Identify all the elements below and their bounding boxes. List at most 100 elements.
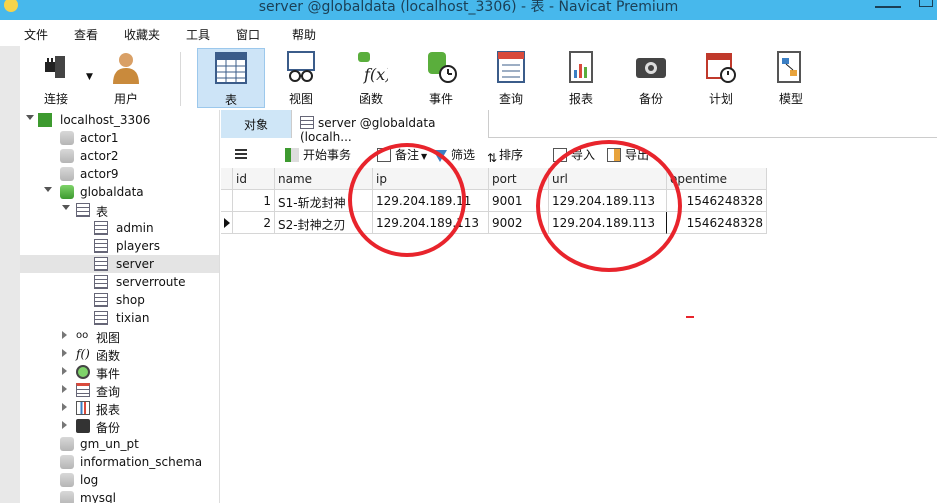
sort-icon: ⇅ xyxy=(487,151,498,165)
desktop-edge-strip: 效 xyxy=(0,20,20,503)
event-button[interactable]: 事件 xyxy=(407,48,475,108)
collapse-arrow-icon[interactable] xyxy=(62,349,67,357)
tree-node-events[interactable]: 事件 xyxy=(20,363,219,381)
tree-node-server[interactable]: server xyxy=(20,255,219,273)
collapse-arrow-icon[interactable] xyxy=(62,403,67,411)
collapse-arrow-icon[interactable] xyxy=(62,367,67,375)
backup-icon xyxy=(634,50,668,84)
document-tabs: 对象 server @globaldata (localh... xyxy=(221,110,937,144)
tree-label: globaldata xyxy=(80,185,144,199)
svg-text:f(x): f(x) xyxy=(363,65,388,84)
tree-node-players[interactable]: players xyxy=(20,237,219,255)
glasses-icon: oo xyxy=(76,330,89,341)
function-button[interactable]: f(x) 函数 xyxy=(337,48,405,108)
tree-node-tables[interactable]: 表 xyxy=(20,201,219,219)
current-row-arrow-icon xyxy=(224,218,230,228)
tree-node-connection[interactable]: localhost_3306 xyxy=(20,111,219,129)
tree-node-actor1[interactable]: actor1 xyxy=(20,129,219,147)
tree-node-reports[interactable]: 报表 xyxy=(20,399,219,417)
cell-id[interactable]: 1 xyxy=(233,190,275,212)
toolbar-separator xyxy=(180,52,181,106)
tree-node-actor9[interactable]: actor9 xyxy=(20,165,219,183)
model-button[interactable]: 模型 xyxy=(757,48,825,108)
function-icon: f(x) xyxy=(354,50,391,84)
tab-objects[interactable]: 对象 xyxy=(221,110,291,138)
menu-window[interactable]: 窗口 xyxy=(236,26,260,43)
table-icon xyxy=(94,221,108,235)
report-icon xyxy=(564,50,598,84)
row-selector[interactable] xyxy=(221,190,233,212)
tree-node-views[interactable]: oo 视图 xyxy=(20,327,219,345)
tree-label: tixian xyxy=(116,311,150,325)
tree-node-gm-un-pt[interactable]: gm_un_pt xyxy=(20,435,219,453)
table-icon xyxy=(94,275,108,289)
tree-label: server xyxy=(116,257,154,271)
cell-opentime[interactable]: 1546248328 xyxy=(667,212,767,234)
database-icon xyxy=(60,455,74,469)
tree-node-queries[interactable]: 查询 xyxy=(20,381,219,399)
tree-node-globaldata[interactable]: globaldata xyxy=(20,183,219,201)
tree-node-mysql[interactable]: mysql xyxy=(20,489,219,503)
cell-id[interactable]: 2 xyxy=(233,212,275,234)
menu-tools[interactable]: 工具 xyxy=(186,26,210,43)
view-button[interactable]: 视图 xyxy=(267,48,335,108)
tree-label: admin xyxy=(116,221,154,235)
backup-button[interactable]: 备份 xyxy=(617,48,685,108)
database-icon xyxy=(60,167,74,181)
row-selector-current[interactable] xyxy=(221,212,233,234)
menu-file[interactable]: 文件 xyxy=(24,26,48,43)
database-open-icon xyxy=(60,185,74,199)
tree-node-admin[interactable]: admin xyxy=(20,219,219,237)
schedule-button[interactable]: 计划 xyxy=(687,48,755,108)
grid-corner xyxy=(221,168,233,190)
filter-label: 筛选 xyxy=(451,148,476,162)
tree-label: serverroute xyxy=(116,275,186,289)
collapse-arrow-icon[interactable] xyxy=(62,385,67,393)
database-icon xyxy=(60,491,74,503)
function-icon: f() xyxy=(76,347,90,361)
report-button[interactable]: 报表 xyxy=(547,48,615,108)
tree-label: 函数 xyxy=(96,349,121,363)
tree-node-actor2[interactable]: actor2 xyxy=(20,147,219,165)
tree-label: 备份 xyxy=(96,421,121,435)
sort-label: 排序 xyxy=(499,148,524,162)
menu-hamburger-icon[interactable] xyxy=(235,149,247,151)
query-button[interactable]: 查询 xyxy=(477,48,545,108)
query-icon xyxy=(494,50,528,84)
collapse-arrow-icon[interactable] xyxy=(62,421,67,429)
annotation-mark xyxy=(686,316,694,318)
table-icon xyxy=(94,311,108,325)
column-header-id[interactable]: id xyxy=(233,168,275,190)
tree-node-functions[interactable]: f() 函数 xyxy=(20,345,219,363)
expand-arrow-icon[interactable] xyxy=(62,205,70,210)
column-header-opentime[interactable]: opentime xyxy=(667,168,767,190)
tree-node-log[interactable]: log xyxy=(20,471,219,489)
expand-arrow-icon[interactable] xyxy=(26,115,34,120)
tree-node-tixian[interactable]: tixian xyxy=(20,309,219,327)
sort-button[interactable]: ⇅ 排序 xyxy=(487,146,523,165)
tree-node-backups[interactable]: 备份 xyxy=(20,417,219,435)
navicat-window: server @globaldata (localhost_3306) - 表 … xyxy=(0,0,937,503)
user-button[interactable]: 用户 xyxy=(92,48,160,108)
collapse-arrow-icon[interactable] xyxy=(62,331,67,339)
menu-favorites[interactable]: 收藏夹 xyxy=(124,26,160,43)
tree-node-information-schema[interactable]: information_schema xyxy=(20,453,219,471)
minimize-button[interactable] xyxy=(875,0,901,8)
tree-node-shop[interactable]: shop xyxy=(20,291,219,309)
tab-label: 对象 xyxy=(243,118,268,132)
cell-opentime[interactable]: 1546248328 xyxy=(667,190,767,212)
begin-transaction-button[interactable]: 开始事务 xyxy=(285,146,351,163)
menu-help[interactable]: 帮助 xyxy=(292,26,316,43)
tab-server-table[interactable]: server @globaldata (localh... xyxy=(291,110,489,144)
model-icon xyxy=(774,50,808,84)
table-button[interactable]: 表 xyxy=(197,48,265,108)
window-title: server @globaldata (localhost_3306) - 表 … xyxy=(258,0,679,15)
connection-icon xyxy=(38,113,52,127)
maximize-button[interactable] xyxy=(919,0,933,7)
tree-label: localhost_3306 xyxy=(60,113,151,127)
menu-view[interactable]: 查看 xyxy=(74,26,98,43)
connect-button[interactable]: 连接 xyxy=(22,48,90,108)
navigation-tree: localhost_3306 actor1 actor2 actor9 glob… xyxy=(20,110,220,503)
tree-node-serverroute[interactable]: serverroute xyxy=(20,273,219,291)
expand-arrow-icon[interactable] xyxy=(44,187,52,192)
